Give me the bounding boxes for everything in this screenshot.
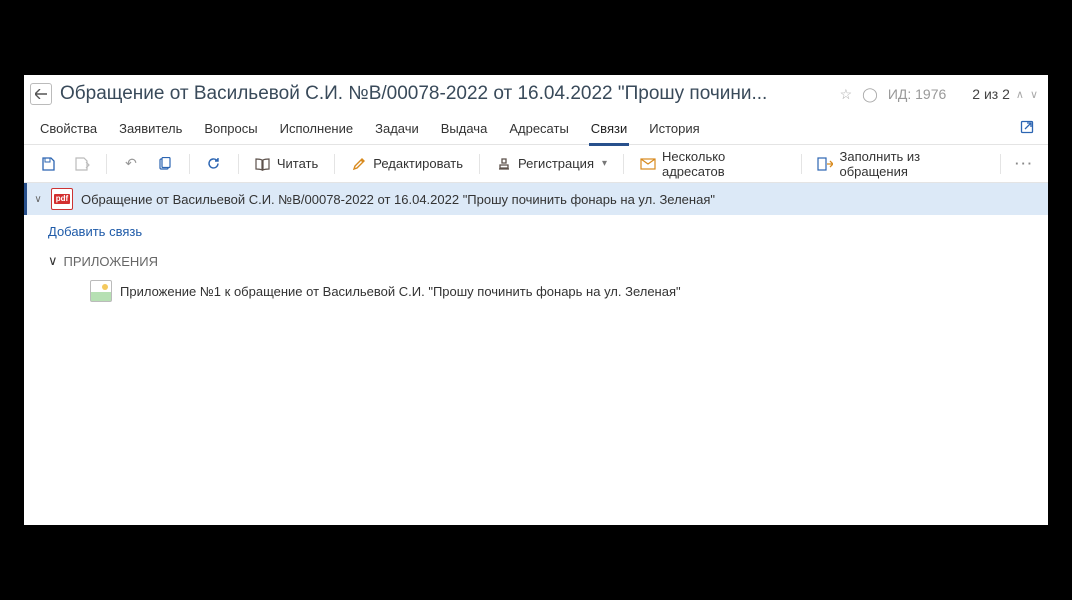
title-icons: ☆ ◯ ИД: 1976 2 из 2 ∧ ∨ bbox=[840, 86, 1038, 103]
tab-questions[interactable]: Вопросы bbox=[202, 113, 259, 145]
add-link-row[interactable]: Добавить связь bbox=[24, 215, 1048, 247]
page-title: Обращение от Васильевой С.И. №В/00078-20… bbox=[60, 83, 832, 105]
copy-icon bbox=[157, 156, 173, 172]
copy-button[interactable] bbox=[151, 152, 179, 176]
toolbar: ↶ Читать Редактировать Регистрация bbox=[24, 145, 1048, 183]
fill-from-button[interactable]: Заполнить из обращения bbox=[811, 145, 990, 183]
separator bbox=[334, 154, 335, 174]
back-button[interactable] bbox=[30, 83, 52, 105]
tab-tasks[interactable]: Задачи bbox=[373, 113, 421, 145]
register-button[interactable]: Регистрация ▾ bbox=[490, 152, 613, 176]
next-record-button[interactable]: ∨ bbox=[1030, 88, 1038, 101]
attachment-row[interactable]: Приложение №1 к обращение от Васильевой … bbox=[24, 275, 1048, 307]
tab-execution[interactable]: Исполнение bbox=[278, 113, 356, 145]
edit-label: Редактировать bbox=[373, 156, 463, 171]
app-window: Обращение от Васильевой С.И. №В/00078-20… bbox=[24, 75, 1048, 525]
add-link[interactable]: Добавить связь bbox=[48, 224, 142, 239]
tabs: Свойства Заявитель Вопросы Исполнение За… bbox=[24, 113, 1048, 145]
register-label: Регистрация bbox=[518, 156, 594, 171]
tab-applicant[interactable]: Заявитель bbox=[117, 113, 184, 145]
section-title: ПРИЛОЖЕНИЯ bbox=[64, 254, 159, 269]
multi-addr-button[interactable]: Несколько адресатов bbox=[634, 145, 791, 183]
tab-links[interactable]: Связи bbox=[589, 113, 629, 145]
tree-root-label: Обращение от Васильевой С.И. №В/00078-20… bbox=[81, 192, 715, 207]
undo-button[interactable]: ↶ bbox=[117, 152, 145, 176]
separator bbox=[479, 154, 480, 174]
book-icon bbox=[255, 156, 271, 172]
undo-icon: ↶ bbox=[123, 156, 139, 172]
circle-icon[interactable]: ◯ bbox=[862, 86, 878, 103]
save-and-close-button[interactable] bbox=[68, 152, 96, 176]
star-icon[interactable]: ☆ bbox=[840, 86, 853, 103]
read-label: Читать bbox=[277, 156, 318, 171]
pdf-icon: pdf bbox=[51, 188, 73, 210]
more-button[interactable]: ··· bbox=[1011, 156, 1038, 171]
save-button[interactable] bbox=[34, 152, 62, 176]
separator bbox=[801, 154, 802, 174]
separator bbox=[238, 154, 239, 174]
save-icon bbox=[40, 156, 56, 172]
separator bbox=[189, 154, 190, 174]
prev-record-button[interactable]: ∧ bbox=[1016, 88, 1024, 101]
separator bbox=[623, 154, 624, 174]
attachment-label: Приложение №1 к обращение от Васильевой … bbox=[120, 284, 681, 299]
envelope-icon bbox=[640, 156, 656, 172]
fill-from-label: Заполнить из обращения bbox=[839, 149, 984, 179]
edit-button[interactable]: Редактировать bbox=[345, 152, 469, 176]
tab-properties[interactable]: Свойства bbox=[38, 113, 99, 145]
tab-issue[interactable]: Выдача bbox=[439, 113, 490, 145]
collapse-icon[interactable]: ∨ bbox=[33, 194, 43, 205]
refresh-button[interactable] bbox=[200, 152, 228, 176]
collapse-icon[interactable]: ∨ bbox=[48, 253, 58, 269]
fill-icon bbox=[817, 156, 833, 172]
titlebar: Обращение от Васильевой С.И. №В/00078-20… bbox=[24, 75, 1048, 113]
chevron-down-icon: ▾ bbox=[602, 158, 607, 169]
tree-root-row[interactable]: ∨ pdf Обращение от Васильевой С.И. №В/00… bbox=[24, 183, 1048, 215]
record-id: ИД: 1976 bbox=[888, 86, 946, 102]
tab-addresses[interactable]: Адресаты bbox=[507, 113, 570, 145]
pencil-icon bbox=[351, 156, 367, 172]
separator bbox=[1000, 154, 1001, 174]
read-button[interactable]: Читать bbox=[249, 152, 324, 176]
image-icon bbox=[90, 280, 112, 302]
stamp-icon bbox=[496, 156, 512, 172]
save-close-icon bbox=[74, 156, 90, 172]
links-tree: ∨ pdf Обращение от Васильевой С.И. №В/00… bbox=[24, 183, 1048, 525]
refresh-icon bbox=[206, 156, 222, 172]
multi-addr-label: Несколько адресатов bbox=[662, 149, 785, 179]
pager: 2 из 2 ∧ ∨ bbox=[972, 86, 1038, 102]
pager-text: 2 из 2 bbox=[972, 86, 1010, 102]
separator bbox=[106, 154, 107, 174]
tab-history[interactable]: История bbox=[647, 113, 701, 145]
section-attachments[interactable]: ∨ ПРИЛОЖЕНИЯ bbox=[24, 247, 1048, 275]
popout-icon[interactable] bbox=[1020, 120, 1034, 137]
